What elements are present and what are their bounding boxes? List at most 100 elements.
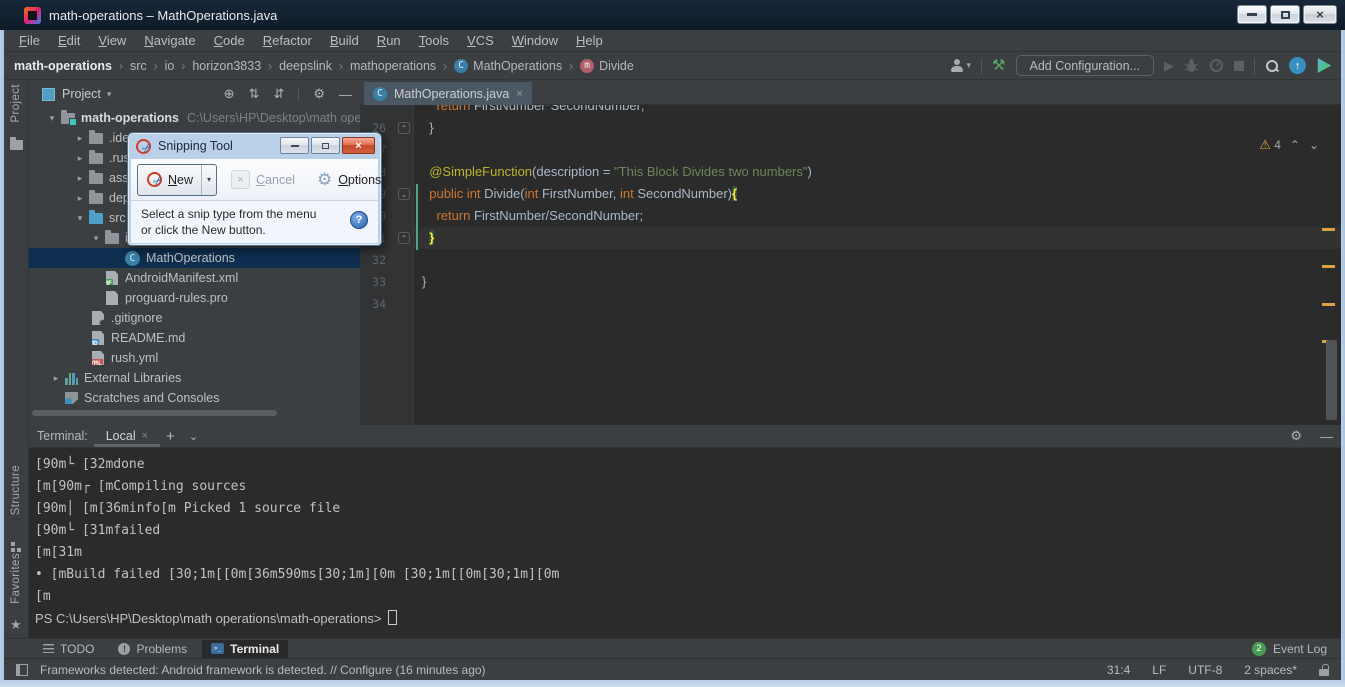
hide-panel-icon[interactable]: — (339, 87, 352, 102)
search-everywhere-icon[interactable] (1265, 59, 1279, 73)
menu-file[interactable]: File (10, 31, 49, 50)
tree-row-scratches[interactable]: Scratches and Consoles (29, 388, 360, 408)
caret-position[interactable]: 31:4 (1107, 663, 1130, 677)
stop-icon[interactable] (1234, 60, 1244, 71)
breadcrumb-item[interactable]: mathoperations (350, 59, 436, 73)
breadcrumb-item[interactable]: deepslink (279, 59, 332, 73)
tree-expanded-icon[interactable]: ▾ (89, 233, 103, 244)
update-icon[interactable]: ↑ (1289, 57, 1306, 74)
inspection-widget[interactable]: ⚠ 4 ⌃ ⌄ (1259, 137, 1319, 153)
menu-help[interactable]: Help (567, 31, 612, 50)
code-line[interactable]: } (422, 227, 435, 249)
menu-build[interactable]: Build (321, 31, 368, 50)
code-line[interactable]: } (422, 117, 433, 139)
dialog-maximize-button[interactable] (311, 137, 340, 154)
window-minimize-button[interactable] (1237, 5, 1267, 24)
todo-button[interactable]: TODO (34, 640, 103, 658)
user-account-button[interactable]: ▾ (950, 59, 971, 72)
breadcrumb-item[interactable]: horizon3833 (192, 59, 261, 73)
profiler-icon[interactable] (1209, 58, 1224, 73)
tree-collapsed-icon[interactable]: ▸ (73, 193, 87, 204)
breadcrumb-item[interactable]: math-operations (14, 59, 112, 73)
status-message[interactable]: Frameworks detected: Android framework i… (40, 663, 486, 677)
build-hammer-icon[interactable]: ⚒ (992, 58, 1005, 73)
locate-icon[interactable]: ⊕ (224, 86, 235, 102)
code-line[interactable]: return FirstNumber/SecondNumber; (422, 205, 643, 227)
fold-marker-icon[interactable]: ⌃ (398, 232, 410, 244)
dialog-close-button[interactable]: × (342, 137, 375, 154)
window-close-button[interactable]: × (1303, 5, 1337, 24)
terminal-output[interactable]: [90m└ [32mdone [m[90m┌ [mCompiling sourc… (29, 448, 1341, 638)
editor-tab-mathoperations[interactable]: C MathOperations.java × (364, 82, 532, 105)
new-snip-button[interactable]: ✂ New ▾ (137, 163, 218, 196)
stripe-favorites-button[interactable]: Favorites (10, 553, 22, 604)
chevron-down-icon[interactable]: ▾ (107, 89, 112, 100)
code-line[interactable]: @SimpleFunction(description = "This Bloc… (422, 161, 812, 183)
new-snip-dropdown[interactable]: ▾ (201, 164, 216, 195)
add-configuration-button[interactable]: Add Configuration... (1015, 55, 1154, 76)
menu-run[interactable]: Run (368, 31, 410, 50)
stripe-structure-button[interactable]: Structure (10, 465, 22, 515)
toolbox-icon[interactable] (1317, 58, 1331, 73)
file-encoding[interactable]: UTF-8 (1188, 663, 1222, 677)
menu-edit[interactable]: Edit (49, 31, 89, 50)
chevron-down-icon[interactable]: ⌄ (189, 430, 198, 443)
menu-tools[interactable]: Tools (410, 31, 458, 50)
cancel-button[interactable]: × Cancel (231, 170, 295, 189)
menu-navigate[interactable]: Navigate (135, 31, 204, 50)
code-line[interactable]: public int Divide(int FirstNumber, int S… (422, 183, 738, 205)
menu-vcs[interactable]: VCS (458, 31, 503, 50)
tab-close-icon[interactable]: × (142, 430, 148, 442)
tree-row-gitignore[interactable]: .gitignore (29, 308, 360, 328)
warning-stripe-mark[interactable] (1322, 265, 1335, 268)
project-panel-title[interactable]: Project (62, 87, 101, 101)
hide-panel-icon[interactable]: — (1320, 429, 1333, 444)
fold-marker-icon[interactable]: ⌃ (398, 122, 410, 134)
new-session-icon[interactable]: + (166, 428, 175, 445)
problems-button[interactable]: ! Problems (109, 640, 196, 658)
breadcrumb-item-class[interactable]: MathOperations (473, 59, 562, 73)
fold-marker-icon[interactable]: ⌄ (398, 188, 410, 200)
options-button[interactable]: ⚙ Options (317, 171, 381, 188)
tab-close-icon[interactable]: × (516, 88, 522, 100)
tree-collapsed-icon[interactable]: ▸ (73, 153, 87, 164)
tree-collapsed-icon[interactable]: ▸ (73, 173, 87, 184)
horizontal-scrollbar[interactable] (32, 410, 277, 416)
warning-stripe-mark[interactable] (1322, 303, 1335, 306)
menu-window[interactable]: Window (503, 31, 567, 50)
settings-gear-icon[interactable]: ⚙ (1290, 428, 1302, 444)
collapse-all-icon[interactable]: ⇵ (273, 86, 284, 102)
terminal-button[interactable]: >_ Terminal (202, 639, 289, 658)
tree-collapsed-icon[interactable]: ▸ (73, 133, 87, 144)
window-titlebar[interactable]: math-operations – MathOperations.java × (0, 0, 1345, 30)
help-icon[interactable]: ? (350, 211, 368, 229)
tree-expanded-icon[interactable]: ▾ (73, 213, 87, 224)
tree-row-mathoperations[interactable]: C MathOperations (29, 248, 360, 268)
line-ending[interactable]: LF (1152, 663, 1166, 677)
next-warning-icon[interactable]: ⌄ (1309, 138, 1319, 152)
tree-row-androidmanifest[interactable]: MF AndroidManifest.xml (29, 268, 360, 288)
settings-gear-icon[interactable]: ⚙ (313, 86, 325, 102)
tree-row-readme[interactable]: MD README.md (29, 328, 360, 348)
tree-row-root[interactable]: ▾ math-operations C:\Users\HP\Desktop\ma… (29, 108, 360, 128)
window-restore-button[interactable] (1270, 5, 1300, 24)
breadcrumb-item[interactable]: src (130, 59, 147, 73)
code-line[interactable]: } (422, 271, 426, 293)
terminal-tab-local[interactable]: Local × (93, 425, 161, 447)
code-editor[interactable]: 26 27 28 29 30 31 32 33 34 ⌃ ⌄ ⌃ return … (360, 105, 1341, 425)
expand-all-icon[interactable]: ⇅ (249, 86, 260, 102)
tree-row-proguard[interactable]: proguard-rules.pro (29, 288, 360, 308)
tree-collapsed-icon[interactable]: ▸ (49, 373, 63, 384)
breadcrumb-item[interactable]: io (165, 59, 175, 73)
lock-icon[interactable] (1319, 663, 1329, 676)
vertical-scrollbar[interactable] (1326, 340, 1337, 420)
tree-expanded-icon[interactable]: ▾ (45, 113, 59, 124)
breadcrumb-item-method[interactable]: Divide (599, 59, 634, 73)
warning-stripe-mark[interactable] (1322, 228, 1335, 231)
menu-view[interactable]: View (89, 31, 135, 50)
prev-warning-icon[interactable]: ⌃ (1290, 138, 1300, 152)
stripe-project-button[interactable]: Project (10, 84, 22, 123)
tree-row-rushyml[interactable]: YML rush.yml (29, 348, 360, 368)
dialog-minimize-button[interactable] (280, 137, 309, 154)
code-line[interactable]: return FirstNumber*SecondNumber; (422, 105, 644, 117)
